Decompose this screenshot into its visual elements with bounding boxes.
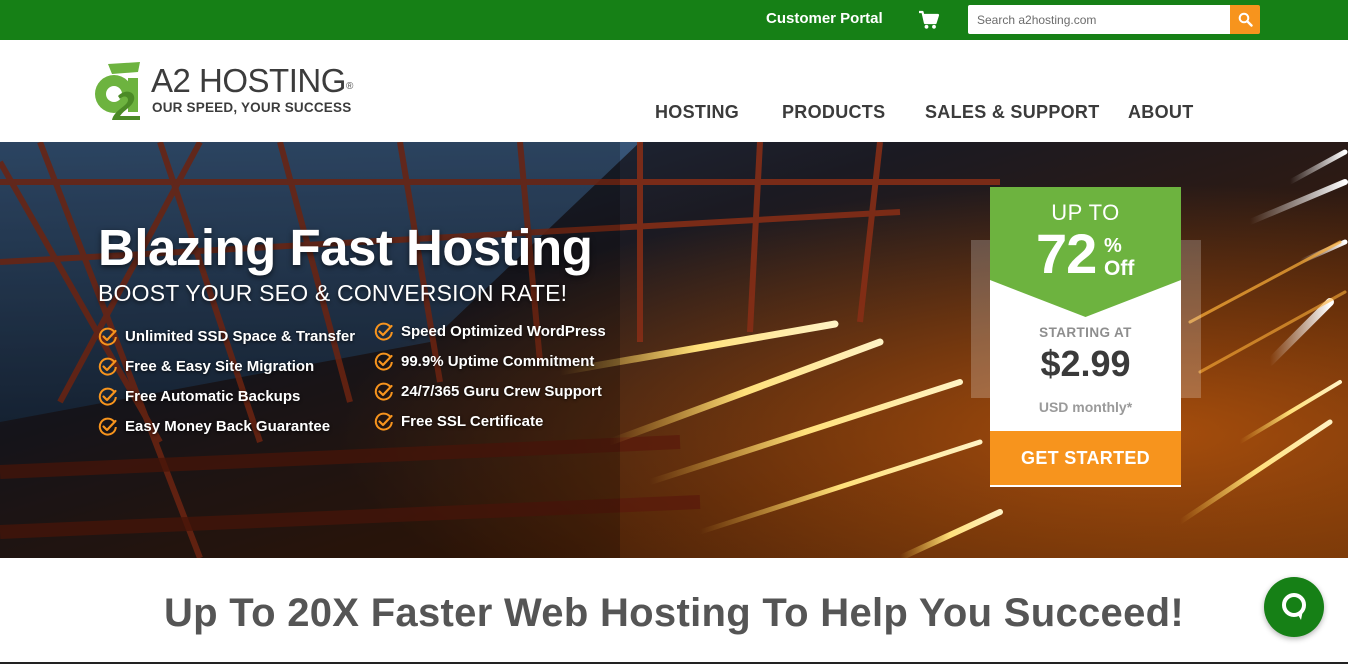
promo-percent: 72 [1036, 222, 1097, 285]
feature-text: 99.9% Uptime Commitment [401, 353, 595, 370]
promo-price: $2.99 [1040, 343, 1131, 384]
check-circle-icon [374, 412, 393, 431]
search-button[interactable] [1230, 5, 1260, 34]
search-input[interactable] [968, 5, 1230, 34]
registered-mark: ® [346, 81, 354, 92]
get-started-button[interactable]: GET STARTED [990, 431, 1181, 485]
check-circle-icon [98, 327, 117, 346]
promo-off: Off [1104, 257, 1135, 280]
nav-about[interactable]: ABOUT [1128, 102, 1194, 123]
site-header: A2 HOSTING ® OUR SPEED, YOUR SUCCESS HOS… [0, 40, 1348, 142]
chat-bubble-icon [1282, 593, 1306, 620]
check-circle-icon [98, 357, 117, 376]
hero-subtitle: BOOST YOUR SEO & CONVERSION RATE! [98, 280, 568, 306]
nav-products[interactable]: PRODUCTS [782, 102, 885, 123]
chat-button[interactable] [1264, 577, 1324, 637]
promo-percent-sign: % [1104, 235, 1122, 257]
feature-text: Speed Optimized WordPress [401, 323, 606, 340]
a2-logo-icon [95, 62, 140, 120]
hero-banner: Blazing Fast Hosting BOOST YOUR SEO & CO… [0, 142, 1348, 558]
nav-hosting[interactable]: HOSTING [655, 102, 739, 123]
promo-starting-at: STARTING AT [1039, 325, 1132, 340]
customer-portal-link[interactable]: Customer Portal [766, 10, 883, 28]
logo-wordmark: A2 HOSTING [151, 62, 346, 99]
check-circle-icon [374, 352, 393, 371]
a2-hosting-logo[interactable]: A2 HOSTING ® OUR SPEED, YOUR SUCCESS [90, 60, 370, 122]
nav-sales-support[interactable]: SALES & SUPPORT [925, 102, 1100, 123]
feature-text: 24/7/365 Guru Crew Support [401, 383, 602, 400]
check-circle-icon [374, 322, 393, 341]
search-box [968, 5, 1260, 34]
promo-price-unit: USD monthly* [1038, 399, 1133, 415]
search-icon [1238, 12, 1253, 27]
section-headline: Up To 20X Faster Web Hosting To Help You… [163, 591, 1185, 635]
logo-tagline: OUR SPEED, YOUR SUCCESS [152, 100, 352, 115]
check-circle-icon [374, 382, 393, 401]
feature-text: Free Automatic Backups [125, 388, 301, 405]
check-circle-icon [98, 387, 117, 406]
top-bar: Customer Portal [0, 0, 1348, 40]
shopping-cart-icon[interactable] [918, 10, 940, 30]
hero-title: Blazing Fast Hosting [98, 219, 593, 276]
feature-text: Free & Easy Site Migration [125, 358, 315, 375]
feature-text: Easy Money Back Guarantee [125, 418, 331, 435]
feature-text: Unlimited SSD Space & Transfer [125, 328, 356, 345]
check-circle-icon [98, 417, 117, 436]
feature-text: Free SSL Certificate [401, 413, 544, 430]
